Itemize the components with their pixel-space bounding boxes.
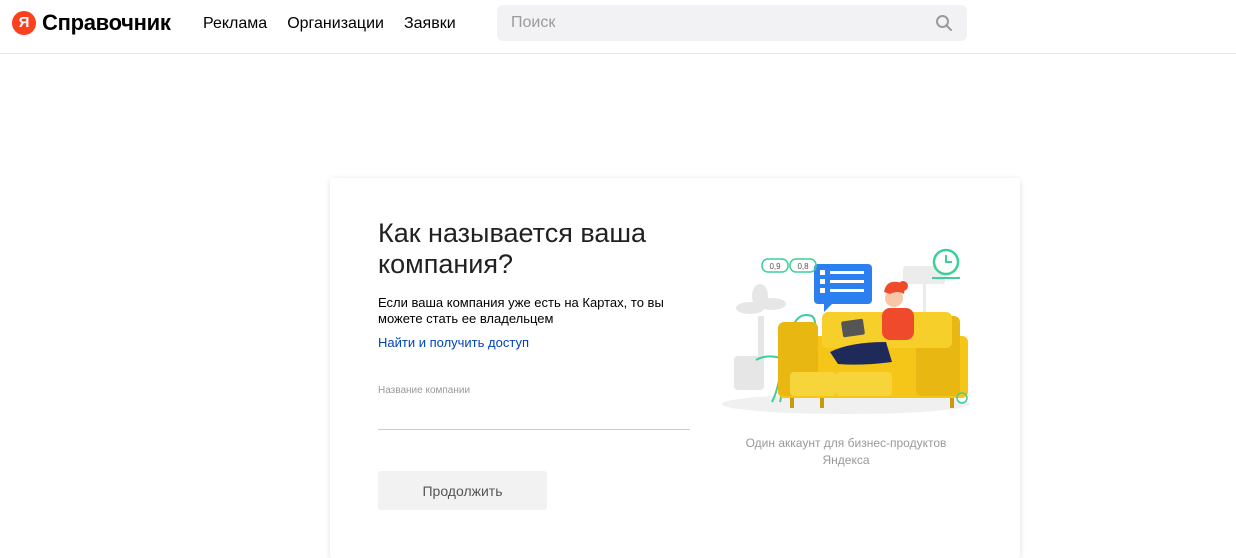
nav-item-organizations[interactable]: Организации: [287, 14, 384, 34]
logo[interactable]: Я Справочник: [12, 10, 171, 36]
main-nav: Реклама Организации Заявки: [203, 14, 456, 34]
search-icon[interactable]: [935, 14, 953, 32]
tablet-icon: [841, 318, 865, 338]
illustration-caption: Один аккаунт для бизнес-продуктов Яндекс…: [745, 436, 947, 467]
svg-text:0,9: 0,9: [769, 262, 781, 271]
card-description: Если ваша компания уже есть на Картах, т…: [378, 295, 664, 326]
search-input[interactable]: [497, 5, 917, 41]
find-access-link[interactable]: Найти и получить доступ: [378, 335, 529, 350]
sofa-illustration: 0,9 0,8: [722, 248, 970, 414]
search-box: [497, 5, 967, 41]
continue-button[interactable]: Продолжить: [378, 471, 547, 510]
logo-text: Справочник: [42, 10, 171, 35]
rating-badges: 0,9 0,8: [761, 258, 817, 273]
nav-item-ads[interactable]: Реклама: [203, 14, 267, 34]
company-name-label: Название компании: [378, 385, 471, 396]
top-header: Я Справочник Реклама Организации Заявки: [0, 0, 1236, 54]
yandex-logo-icon: Я: [12, 11, 36, 35]
company-name-input[interactable]: [378, 400, 690, 430]
checklist-bubble: [814, 264, 872, 312]
card-title: Как называется ваша компания?: [378, 218, 647, 279]
nav-item-requests[interactable]: Заявки: [404, 14, 456, 34]
company-name-card: Как называется ваша компания? Если ваша …: [330, 178, 1020, 558]
svg-text:0,8: 0,8: [797, 262, 809, 271]
